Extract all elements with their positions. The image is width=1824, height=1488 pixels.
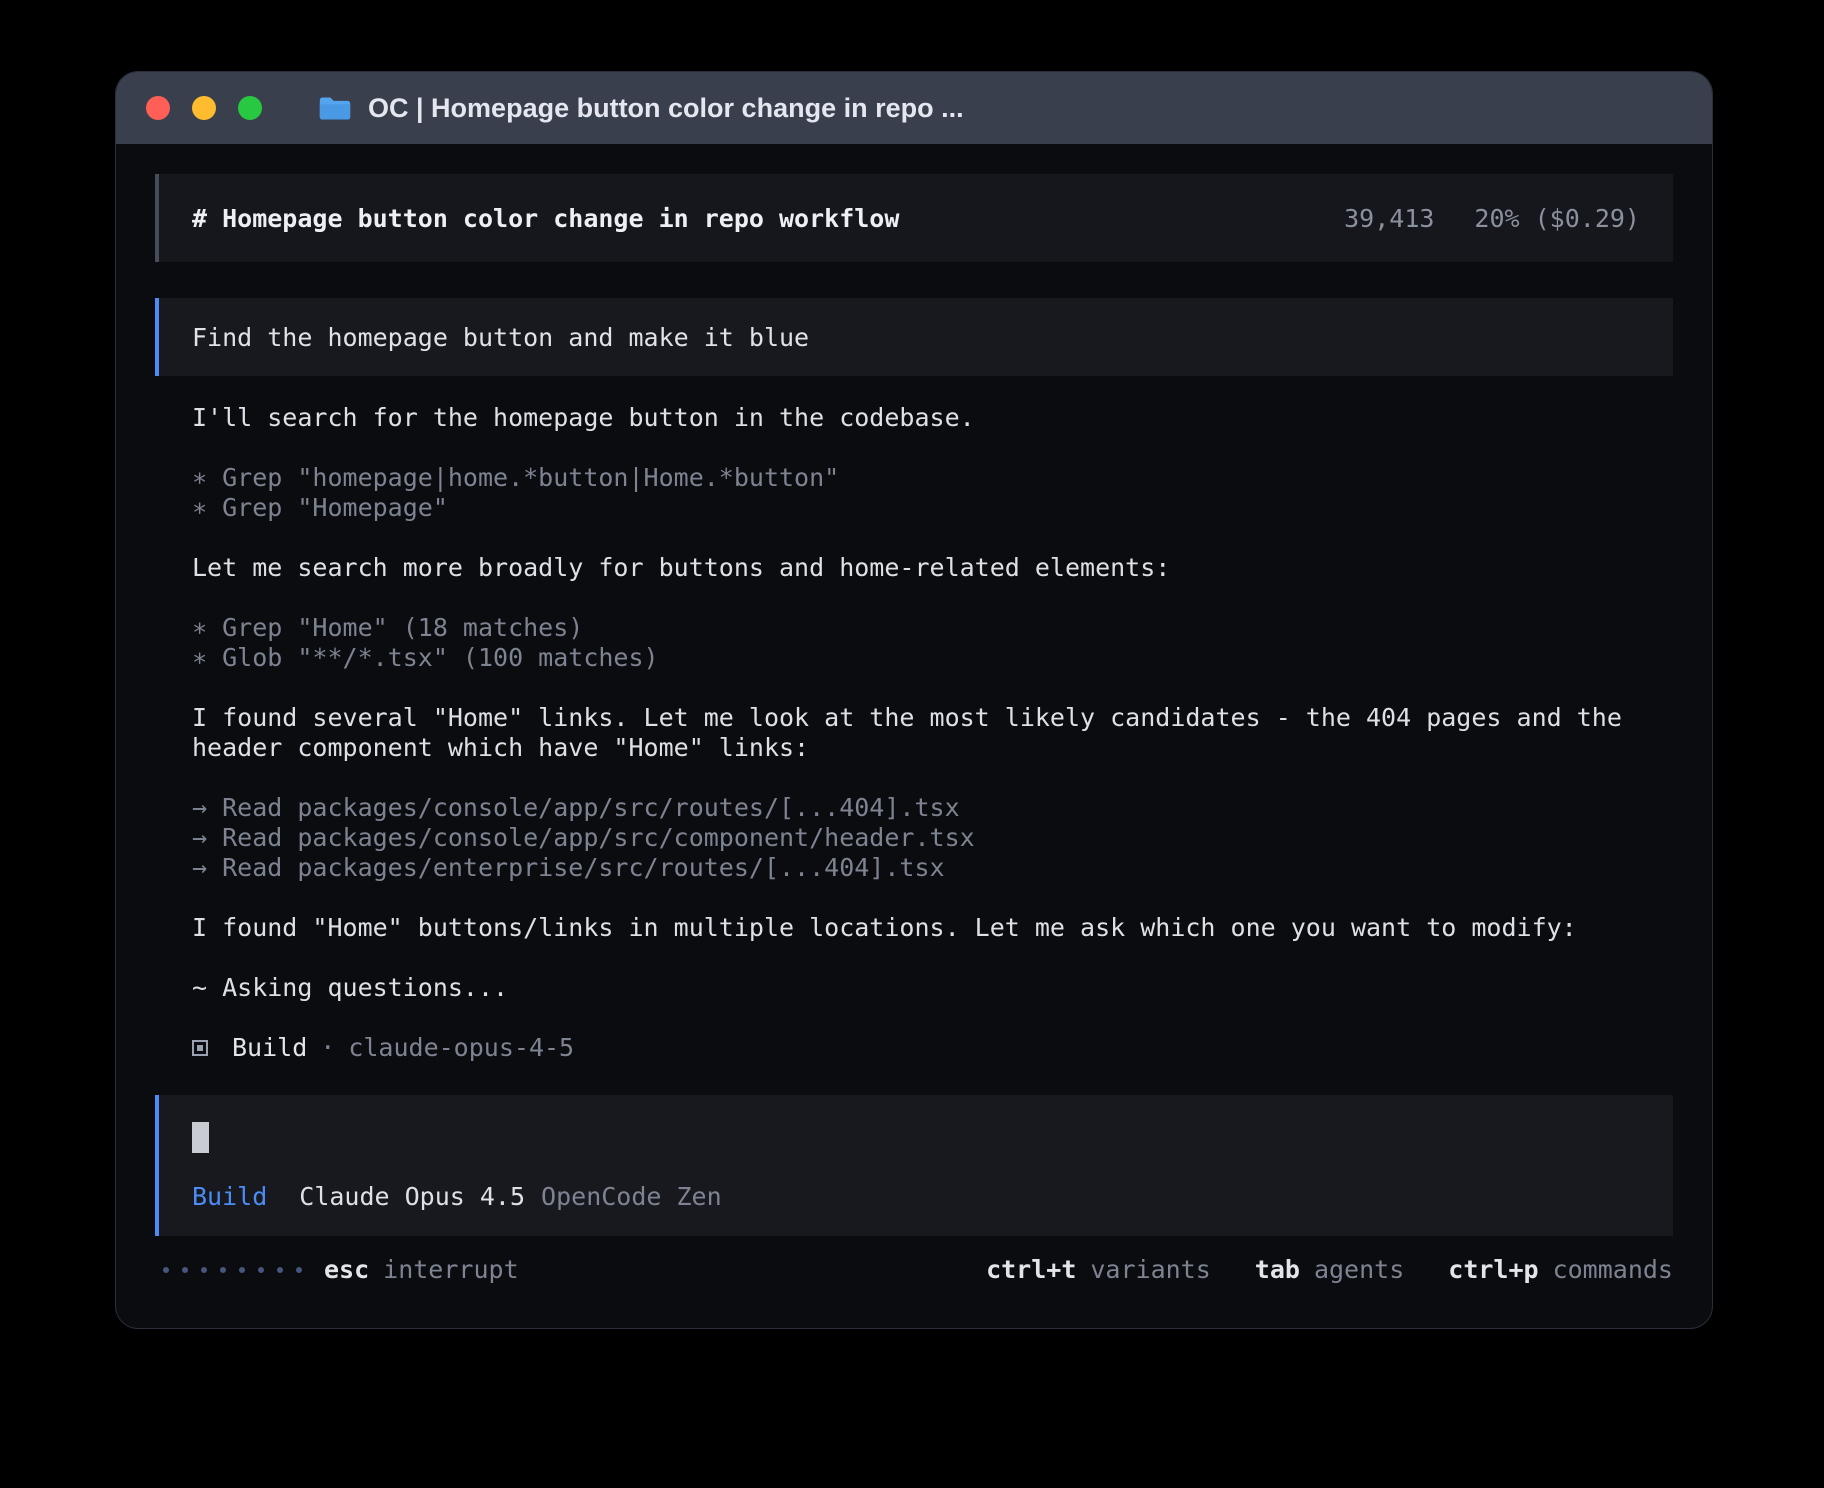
user-message-text: Find the homepage button and make it blu… [192,323,809,352]
hint-variants: ctrl+t variants [986,1255,1211,1284]
close-window-button[interactable] [146,96,170,120]
agent-separator: · [320,1033,335,1063]
tool-call-line: ∗ Grep "Homepage" [192,493,1673,523]
context-usage: 20% ($0.29) [1474,204,1640,233]
file-read-line: → Read packages/console/app/src/routes/[… [192,793,1673,823]
tool-call-group: ∗ Grep "Home" (18 matches) ∗ Glob "**/*.… [192,613,1673,673]
tool-call-line: ∗ Grep "homepage|home.*button|Home.*butt… [192,463,1673,493]
text-cursor [192,1122,209,1153]
status-bar-left: esc interrupt [155,1255,519,1284]
tool-call-group: ∗ Grep "homepage|home.*button|Home.*butt… [192,463,1673,523]
terminal-window: OC | Homepage button color change in rep… [116,72,1712,1328]
hint-label: variants [1090,1255,1210,1284]
agent-icon [192,1040,208,1056]
traffic-lights [146,96,262,120]
session-header: # Homepage button color change in repo w… [155,174,1673,262]
file-read-group: → Read packages/console/app/src/routes/[… [192,793,1673,883]
hint-key: tab [1255,1255,1300,1284]
token-count: 39,413 [1344,204,1434,233]
minimize-window-button[interactable] [192,96,216,120]
status-bar-right: ctrl+t variants tab agents ctrl+p comman… [986,1255,1673,1284]
window-titlebar: OC | Homepage button color change in rep… [116,72,1712,144]
assistant-text: Let me search more broadly for buttons a… [192,553,1673,583]
hint-interrupt: esc interrupt [324,1255,519,1284]
hint-label: interrupt [383,1255,518,1284]
assistant-text: I'll search for the homepage button in t… [192,403,1673,433]
assistant-text: I found several "Home" links. Let me loo… [192,703,1673,763]
hint-label: agents [1314,1255,1404,1284]
spinner-dots-icon [163,1267,302,1273]
status-bar: esc interrupt ctrl+t variants tab agents… [155,1255,1673,1328]
transcript: I'll search for the homepage button in t… [155,403,1673,1063]
user-message: Find the homepage button and make it blu… [155,298,1673,376]
agent-chip: Build · claude-opus-4-5 [192,1033,1673,1063]
input-footer: Build Claude Opus 4.5 OpenCode Zen [192,1182,1640,1211]
session-stats: 39,413 20% ($0.29) [1344,204,1640,233]
agent-model: claude-opus-4-5 [348,1033,574,1063]
assistant-text: I found "Home" buttons/links in multiple… [192,913,1673,943]
folder-icon [318,95,352,122]
model-indicator: Claude Opus 4.5 [299,1182,525,1211]
hint-key: esc [324,1255,369,1284]
window-title: OC | Homepage button color change in rep… [368,93,964,124]
prompt-input[interactable]: Build Claude Opus 4.5 OpenCode Zen [155,1095,1673,1236]
provider-indicator: OpenCode Zen [541,1182,722,1211]
zoom-window-button[interactable] [238,96,262,120]
tool-call-line: ∗ Glob "**/*.tsx" (100 matches) [192,643,1673,673]
tool-call-line: ∗ Grep "Home" (18 matches) [192,613,1673,643]
file-read-line: → Read packages/console/app/src/componen… [192,823,1673,853]
hint-commands: ctrl+p commands [1448,1255,1673,1284]
session-title: # Homepage button color change in repo w… [192,204,899,233]
hint-label: commands [1553,1255,1673,1284]
status-line: ~ Asking questions... [192,973,1673,1003]
hint-key: ctrl+p [1448,1255,1538,1284]
mode-indicator: Build [192,1182,267,1211]
agent-name: Build [232,1033,307,1063]
hint-key: ctrl+t [986,1255,1076,1284]
hint-agents: tab agents [1255,1255,1404,1284]
terminal-content: # Homepage button color change in repo w… [116,144,1712,1328]
file-read-line: → Read packages/enterprise/src/routes/[.… [192,853,1673,883]
